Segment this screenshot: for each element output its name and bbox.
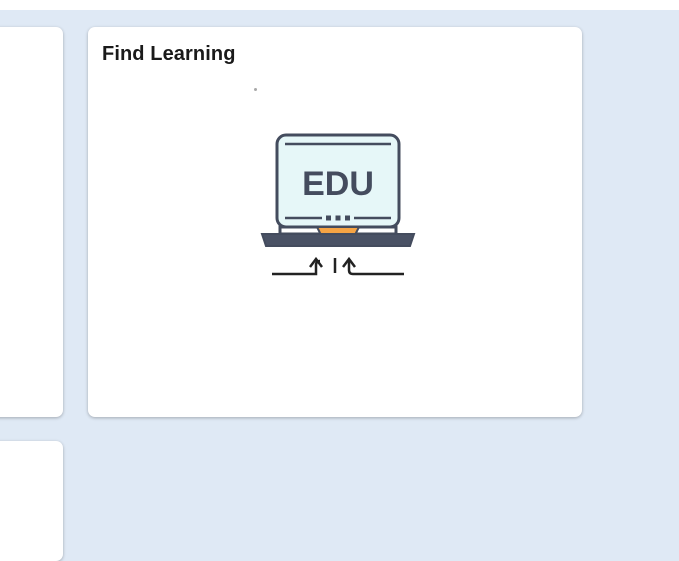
adjacent-tile-bottom[interactable] — [0, 441, 63, 561]
top-strip — [0, 0, 679, 10]
adjacent-tile-left[interactable] — [0, 27, 63, 417]
tile-indicator-dot — [254, 88, 257, 91]
tile-title: Find Learning — [102, 43, 236, 65]
laptop-edu-icon: EDU — [258, 127, 418, 287]
icon-edu-text: EDU — [302, 165, 374, 203]
find-learning-tile[interactable]: Find Learning EDU — [88, 27, 582, 417]
